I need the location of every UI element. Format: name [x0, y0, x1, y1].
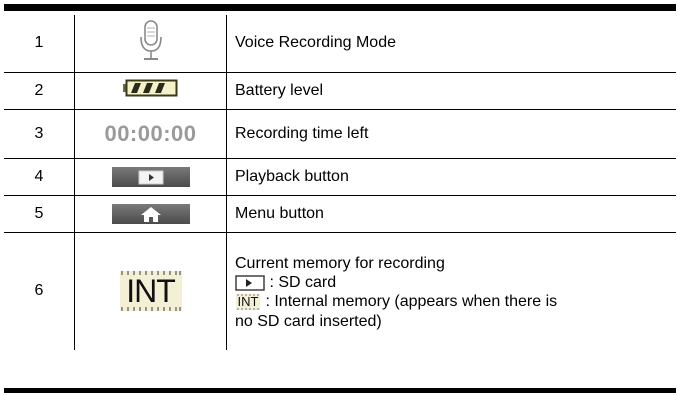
- row-number: 2: [4, 71, 75, 110]
- battery-icon: [122, 79, 177, 97]
- table-row: 4 Playback button: [4, 157, 676, 196]
- row-description: Menu button: [226, 194, 676, 233]
- sd-card-line: : SD card: [235, 273, 676, 292]
- table-row: 1 Voice Recording Mode: [4, 15, 676, 73]
- row-description: Battery level: [226, 71, 676, 110]
- time-left-readout: 00:00:00: [104, 120, 197, 146]
- internal-memory-line: INT : Internal memory (appears when ther…: [235, 292, 676, 312]
- row-number: 3: [4, 108, 75, 159]
- icon-cell: [74, 194, 227, 233]
- row-description: Recording time left: [226, 108, 676, 159]
- sd-card-text: : SD card: [269, 273, 337, 291]
- row-description: Current memory for recording : SD card I…: [226, 231, 676, 350]
- microphone-icon: [139, 19, 162, 60]
- menu-button: [111, 203, 190, 224]
- icon-cell: 00:00:00: [74, 108, 227, 159]
- icon-cell: [74, 15, 227, 73]
- int-small-icon: INT: [235, 292, 261, 312]
- icon-cell: [74, 71, 227, 110]
- int-small-label: INT: [237, 293, 259, 309]
- int-memory-label: INT: [126, 273, 176, 310]
- row-number: 1: [4, 15, 75, 73]
- icon-cell: [74, 157, 227, 196]
- row-description: Voice Recording Mode: [226, 15, 676, 73]
- int-memory-icon: INT: [118, 267, 184, 315]
- table-row: 3 00:00:00 Recording time left: [4, 108, 676, 159]
- row-number: 5: [4, 194, 75, 233]
- internal-memory-text-cont: no SD card inserted): [235, 312, 382, 330]
- sd-card-icon: [235, 274, 265, 291]
- row-number: 4: [4, 157, 75, 196]
- top-rule: [4, 4, 676, 11]
- icon-cell: INT: [74, 231, 227, 350]
- icon-legend-table: 1 Voice Recording Mode 2 Battery level 3…: [4, 15, 676, 350]
- bottom-rule: [4, 388, 676, 393]
- home-icon: [140, 206, 161, 222]
- table-row: 5 Menu button: [4, 194, 676, 233]
- table-row: 2 Battery level: [4, 71, 676, 110]
- row-number: 6: [4, 231, 75, 350]
- memory-description-line: Current memory for recording: [235, 254, 445, 272]
- play-icon: [138, 170, 163, 184]
- internal-memory-text: : Internal memory (appears when there is: [265, 292, 558, 310]
- row-description: Playback button: [226, 157, 676, 196]
- playback-button: [111, 166, 190, 187]
- table-row: 6 INT Current memory for recording: SD …: [4, 231, 676, 350]
